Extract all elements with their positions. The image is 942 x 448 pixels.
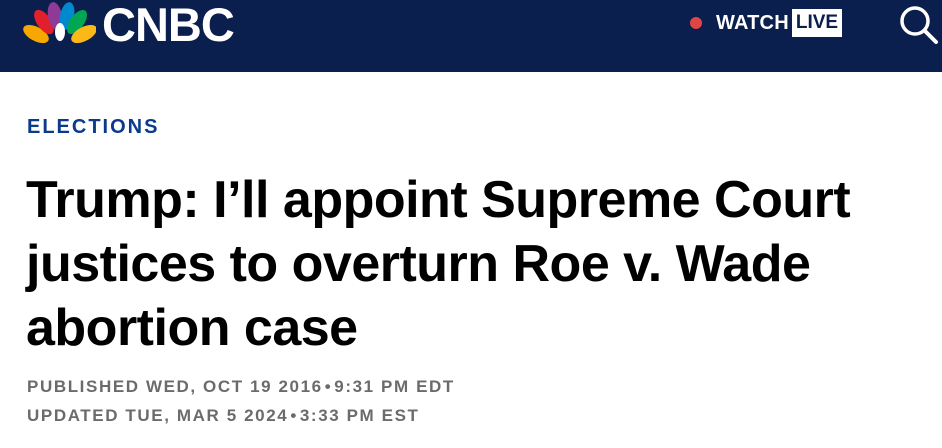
watch-live-button[interactable]: WATCH LIVE (690, 8, 843, 38)
cnbc-logo[interactable]: CNBC (22, 0, 235, 51)
updated-time: 3:33 PM EST (299, 406, 420, 425)
top-navbar: CNBC WATCH LIVE (0, 0, 942, 72)
updated-timestamp: UPDATED TUE, MAR 5 2024 • 3:33 PM EST (27, 406, 420, 426)
updated-label: UPDATED TUE, MAR 5 2024 (27, 406, 289, 425)
search-icon[interactable] (896, 2, 940, 46)
brand-wordmark: CNBC (102, 0, 235, 51)
live-badge: LIVE (791, 9, 843, 37)
article-headline: Trump: I’ll appoint Supreme Court justic… (26, 171, 851, 357)
published-label: PUBLISHED WED, OCT 19 2016 (27, 377, 323, 396)
live-dot-icon (690, 17, 702, 29)
published-separator: • (324, 377, 333, 396)
published-timestamp: PUBLISHED WED, OCT 19 2016 • 9:31 PM EDT (27, 377, 455, 397)
watch-label: WATCH (716, 11, 789, 34)
updated-separator: • (290, 406, 298, 425)
published-time: 9:31 PM EDT (334, 377, 455, 396)
section-label[interactable]: ELECTIONS (27, 116, 159, 139)
nbc-peacock-icon (23, 2, 96, 44)
